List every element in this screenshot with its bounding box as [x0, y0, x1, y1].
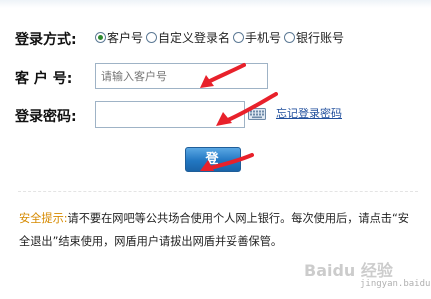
- radio-bank-account[interactable]: [284, 32, 296, 43]
- login-mode-options: 客户号 自定义登录名 手机号 银行账号: [95, 29, 347, 46]
- option-phone-label: 手机号: [245, 31, 282, 45]
- annotation-arrow-icon: [200, 153, 254, 171]
- password-label: 登录密码:: [15, 109, 77, 125]
- watermark-sub: jingyan.baidu.com: [360, 279, 431, 289]
- top-strip: [0, 0, 431, 8]
- customer-no-label: 客 户 号:: [15, 71, 73, 87]
- radio-customer-no[interactable]: [95, 32, 106, 43]
- login-mode-label: 登录方式:: [15, 32, 77, 48]
- option-phone[interactable]: 手机号: [233, 29, 281, 46]
- security-notice-text: 请不要在网吧等公共场合使用个人网上银行。每次使用后，请点击“安全退出”结束使用，…: [19, 212, 409, 248]
- annotation-arrow-icon: [216, 92, 278, 126]
- radio-custom-name[interactable]: [146, 32, 158, 43]
- option-customer-no-label: 客户号: [107, 31, 144, 45]
- security-notice-label: 安全提示:: [19, 212, 68, 225]
- option-bank-account[interactable]: 银行账号: [284, 29, 344, 46]
- annotation-arrow-icon: [200, 63, 246, 88]
- option-custom-name-label: 自定义登录名: [158, 31, 231, 45]
- divider: [18, 191, 418, 192]
- option-bank-account-label: 银行账号: [296, 31, 345, 45]
- option-custom-name[interactable]: 自定义登录名: [146, 29, 230, 46]
- security-notice: 安全提示:请不要在网吧等公共场合使用个人网上银行。每次使用后，请点击“安全退出”…: [19, 207, 419, 253]
- radio-phone[interactable]: [233, 32, 245, 43]
- forgot-password-link[interactable]: 忘记登录密码: [276, 105, 342, 121]
- option-customer-no[interactable]: 客户号: [95, 29, 143, 46]
